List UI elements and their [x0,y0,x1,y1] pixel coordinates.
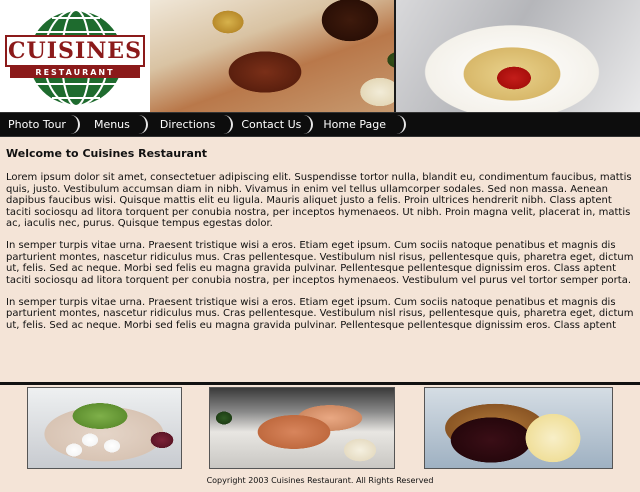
nav-label: Photo Tour [8,118,66,131]
header-banner: CUISINES RESTAURANT [0,0,640,112]
body-paragraph: Lorem ipsum dolor sit amet, consectetuer… [6,172,632,230]
restaurant-logo[interactable]: CUISINES RESTAURANT [0,0,150,112]
body-paragraph: In semper turpis vitae urna. Praesent tr… [6,240,634,286]
nav-label: Menus [93,118,130,131]
roast-dinner-photo [150,0,394,112]
body-paragraph: In semper turpis vitae urna. Praesent tr… [6,297,634,331]
nav-contact-us[interactable]: Contact Us [235,112,315,137]
platter-dish-thumbnail [209,387,395,469]
nav-label: Contact Us [241,118,302,131]
main-content: Welcome to Cuisines Restaurant Lorem ips… [6,148,634,378]
nav-label: Directions [159,118,216,131]
nav-directions[interactable]: Directions [150,112,235,137]
logo-brand-name: CUISINES [8,38,142,64]
nav-home-page[interactable]: Home Page [315,112,408,137]
copyright-notice: Copyright 2003 Cuisines Restaurant. All … [206,476,434,485]
footer-divider [0,382,640,385]
spaghetti-photo [394,0,640,112]
nav-photo-tour[interactable]: Photo Tour [0,112,82,137]
nav-menus[interactable]: Menus [82,112,150,137]
logo-brand-sub: RESTAURANT [35,68,115,77]
seafood-dish-thumbnail [27,387,182,469]
nav-label: Home Page [323,118,387,131]
pie-dessert-thumbnail [424,387,613,469]
page-title: Welcome to Cuisines Restaurant [6,147,208,160]
main-navigation: Photo Tour Menus Directions Contact Us H… [0,112,640,137]
